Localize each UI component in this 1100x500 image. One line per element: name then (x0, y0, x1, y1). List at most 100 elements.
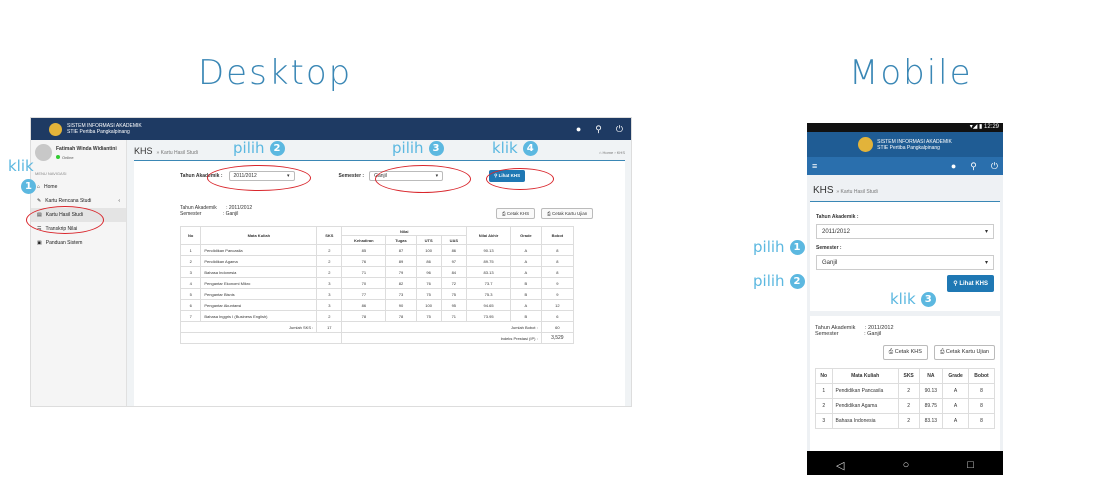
brand-subtitle: STIE Pertiba Pangkalpinang (67, 129, 130, 135)
tahun-label: Tahun Akademik : (816, 214, 859, 220)
annotation-text: pilih (392, 139, 424, 157)
power-icon[interactable]: ⏻ (991, 161, 998, 172)
table-cell: 84 (440, 266, 468, 278)
annotation-klik-3: klik 3 (890, 290, 936, 308)
menu-header: MENU NAVIGASI (35, 171, 67, 176)
annotation-text: klik (8, 157, 34, 175)
col-no: No (815, 368, 833, 384)
table-cell: Pengantar Ekonomi Mikro (200, 277, 318, 289)
col-no: No (179, 226, 202, 245)
table-cell: 85 (341, 244, 387, 256)
annotation-number: 4 (522, 140, 538, 156)
highlight-khs-menu (26, 206, 104, 234)
col-sks: SKS (316, 226, 343, 245)
table-cell: Pendidikan Pancasila (831, 383, 899, 399)
recents-icon[interactable]: □ (967, 459, 974, 471)
annotation-text: pilih (233, 139, 265, 157)
table-cell: 1 (815, 383, 833, 399)
table-cell: 9 (540, 277, 575, 289)
cetak-khs-label: Cetak KHS (506, 211, 530, 216)
highlight-lihat (486, 168, 554, 190)
mobile-heading: Mobile (849, 53, 973, 93)
table-cell: 73 (385, 288, 417, 300)
semester-label: Semester : (816, 245, 842, 251)
table-cell: 8 (540, 266, 575, 278)
cetak-kartu-ujian-button[interactable]: ⎙ Cetak Kartu Ujian (933, 345, 995, 360)
power-icon[interactable]: ⏻ (616, 124, 623, 135)
user-status: Online (56, 155, 117, 160)
key-icon[interactable]: ⚲ (595, 124, 602, 135)
breadcrumb[interactable]: ⌂ Home › KHS (599, 150, 625, 155)
table-cell: 77 (341, 288, 387, 300)
cetak-ujian-label: Cetak Kartu Ujian (552, 211, 588, 216)
khs-table: No Mata Kuliah SKS Nilai Nilai Akhir Gra… (179, 226, 575, 344)
chevron-left-icon: ‹ (118, 198, 120, 204)
cetak-ujian-label: Cetak Kartu Ujian (945, 349, 989, 355)
table-cell: 83.13 (918, 413, 944, 429)
caret-down-icon: ▾ (984, 229, 988, 235)
lihat-khs-button[interactable]: ⚲ Lihat KHS (947, 275, 994, 292)
table-cell: 86 (440, 244, 468, 256)
semester-value: Ganjil (822, 259, 838, 266)
table-cell: 8 (968, 398, 995, 414)
user-icon[interactable]: ● (576, 124, 581, 135)
table-cell: B (510, 310, 542, 322)
col-uas: UAS (440, 235, 468, 245)
table-cell: 2 (897, 398, 920, 414)
table-cell: 5 (179, 288, 202, 300)
annotation-text: pilih (753, 272, 785, 290)
page-subtitle: » Kartu Hasil Studi (836, 189, 878, 195)
home-circle-icon[interactable]: ○ (903, 459, 910, 471)
printer-icon: ⎙ (502, 211, 506, 216)
table-cell: 8 (540, 255, 575, 267)
highlight-semester (375, 165, 471, 193)
annotation-klik-1: klik (8, 157, 34, 175)
table-cell: A (942, 398, 970, 414)
annotation-number: 1 (21, 179, 36, 194)
annotation-number: 3 (428, 140, 444, 156)
annotation-pilih-3: pilih 3 (392, 139, 444, 157)
table-cell: 71 (440, 310, 468, 322)
table-cell: 3 (815, 413, 833, 429)
user-icon[interactable]: ● (951, 161, 956, 172)
annotation-number: 3 (920, 291, 936, 307)
table-cell: 12 (540, 299, 575, 311)
table-cell: Pendidikan Pancasila (200, 244, 318, 256)
table-cell: 97 (440, 255, 468, 267)
mobile-khs-table: No Mata Kuliah SKS NA Grade Bobot 1 Pendi… (815, 368, 995, 429)
ip-value: 3,529 (540, 332, 575, 344)
cetak-kartu-ujian-button[interactable]: ⎙ Cetak Kartu Ujian (541, 208, 594, 219)
semester-select[interactable]: Ganjil ▾ (816, 255, 994, 270)
table-cell: 2 (316, 255, 343, 267)
sidebar-item-panduan[interactable]: ▣ Panduan Sistem (31, 236, 126, 250)
table-cell: 76 (341, 255, 387, 267)
home-icon: ⌂ (37, 184, 41, 190)
col-grade: Grade (510, 226, 542, 245)
sidebar: Fatimah Winda Widiantini Online MENU NAVI… (31, 140, 127, 406)
user-panel: Fatimah Winda Widiantini Online (31, 140, 126, 165)
table-cell: 3 (316, 299, 343, 311)
table-cell: 83.13 (466, 266, 512, 278)
table-cell: 70 (341, 277, 387, 289)
sidebar-item-label: Panduan Sistem (45, 240, 83, 246)
annotation-num-1: 1 (21, 179, 36, 194)
table-cell: 8 (540, 244, 575, 256)
table-cell: 71 (341, 266, 387, 278)
annotation-number: 2 (789, 273, 805, 289)
key-icon[interactable]: ⚲ (970, 161, 977, 172)
ip-spacer (179, 332, 342, 344)
table-cell: 82 (385, 277, 417, 289)
hamburger-icon[interactable]: ≡ (812, 161, 817, 171)
table-cell: Pengantar Bisnis (200, 288, 318, 300)
tahun-value: 2011/2012 (822, 228, 850, 235)
sidebar-item-home[interactable]: ⌂ Home (31, 180, 126, 194)
mobile-result-panel: Tahun Akademik : 2011/2012 Semester : Ga… (810, 316, 1000, 451)
tahun-select[interactable]: 2011/2012 ▾ (816, 224, 994, 239)
table-cell: 75 (415, 310, 442, 322)
cetak-khs-button[interactable]: ⎙ Cetak KHS (496, 208, 536, 219)
back-icon[interactable]: ◁ (836, 459, 844, 472)
table-cell: A (510, 266, 542, 278)
table-cell: 89 (385, 255, 417, 267)
cetak-khs-button[interactable]: ⎙ Cetak KHS (882, 345, 928, 360)
table-cell: 3 (316, 277, 343, 289)
